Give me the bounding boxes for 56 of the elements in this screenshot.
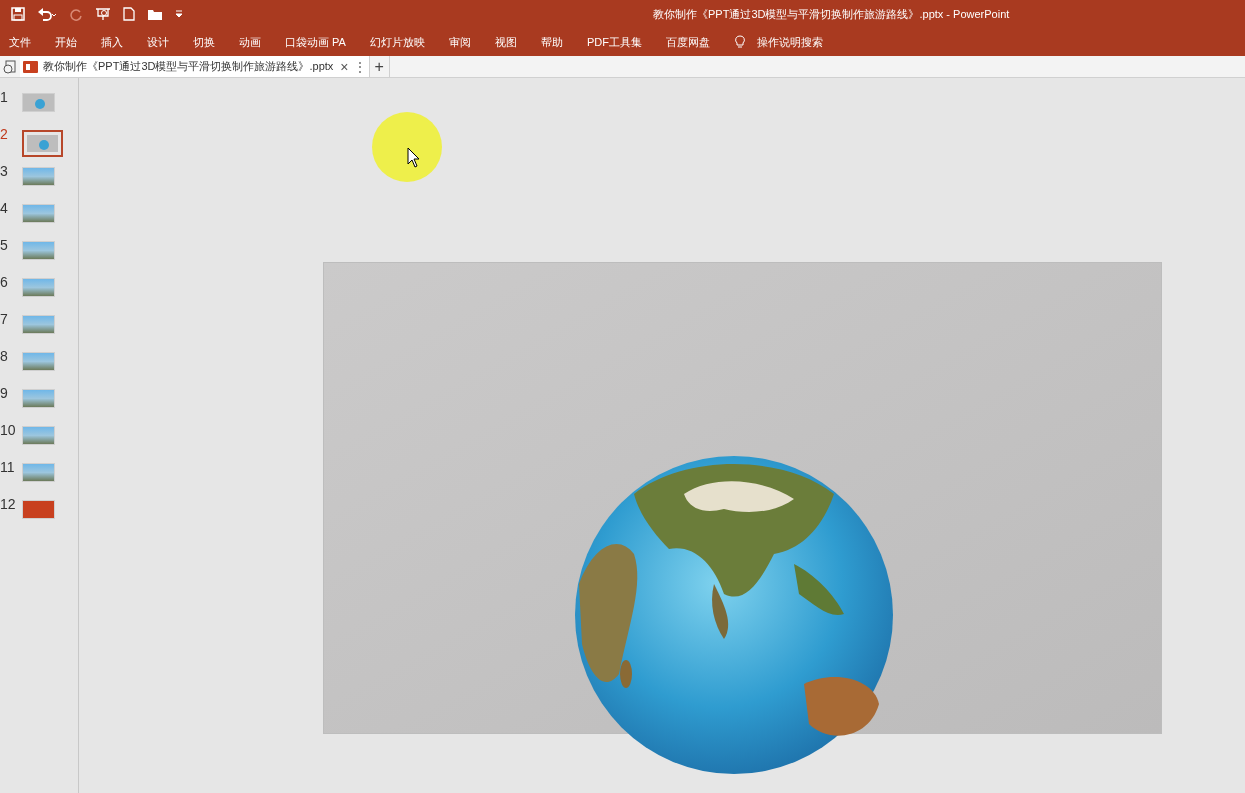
slide-number: 6	[0, 274, 9, 290]
redo-icon[interactable]	[69, 7, 83, 21]
new-tab-button[interactable]: +	[369, 56, 390, 77]
undo-icon[interactable]	[37, 7, 57, 21]
save-icon[interactable]	[11, 7, 25, 21]
menu-tab[interactable]: 视图	[494, 33, 517, 51]
close-tab-button[interactable]: ×	[340, 59, 349, 74]
powerpoint-file-icon	[23, 59, 38, 74]
customize-toolbar-icon[interactable]	[175, 10, 183, 18]
menu-tab[interactable]: 幻灯片放映	[369, 33, 425, 51]
slide-thumbnail[interactable]	[22, 130, 63, 157]
document-tab[interactable]: 教你制作《PPT通过3D模型与平滑切换制作旅游路线》.pptx × ⋮	[20, 56, 370, 77]
menu-tab[interactable]: 动画	[239, 33, 261, 51]
menu-tab[interactable]: PDF工具集	[586, 33, 642, 51]
slide-number: 4	[0, 200, 9, 216]
slide-thumbnail-image	[23, 316, 54, 333]
window-title: 教你制作《PPT通过3D模型与平滑切换制作旅游路线》.pptx - PowerPoint	[653, 6, 1010, 22]
slide-thumbnail-image	[23, 390, 54, 407]
menu-tab[interactable]: 审阅	[448, 33, 471, 51]
slide-thumbnail-image	[23, 279, 54, 296]
menu-tab[interactable]: 切换	[193, 33, 215, 51]
slide-thumbnail-image	[23, 353, 54, 370]
slide-thumbnail-image	[23, 94, 54, 111]
slide-thumbnail-image	[23, 205, 54, 222]
presentation-icon[interactable]	[95, 7, 111, 21]
slide-number: 12	[0, 496, 17, 512]
menu-tab[interactable]: 插入	[101, 33, 123, 51]
slide-number: 11	[0, 459, 16, 475]
menu-tab[interactable]: 文件	[9, 33, 31, 51]
menu-tab[interactable]: 设计	[147, 33, 169, 51]
tell-me-search[interactable]: 操作说明搜索	[756, 33, 823, 51]
slide-thumbnail-image	[23, 464, 54, 481]
new-file-icon[interactable]	[123, 7, 135, 21]
folder-icon[interactable]	[147, 7, 163, 21]
slide-number: 9	[0, 385, 9, 401]
slide-number: 3	[0, 163, 9, 179]
slide-number: 1	[0, 89, 9, 105]
slide-thumbnail-image	[23, 168, 54, 185]
menu-tab[interactable]: 开始	[55, 33, 77, 51]
slide-thumbnail-image	[23, 501, 54, 518]
slide-number: 10	[0, 422, 17, 438]
slide-number: 2	[0, 126, 9, 142]
slide-thumbnail-image	[27, 135, 58, 152]
menu-tab[interactable]: 帮助	[540, 33, 563, 51]
menu-tab[interactable]: 百度网盘	[665, 33, 710, 51]
document-icon[interactable]	[3, 59, 17, 74]
slide-thumbnail-image	[23, 427, 54, 444]
slide-thumbnail-image	[23, 242, 54, 259]
tab-more-button[interactable]: ⋮	[353, 60, 366, 73]
document-tab-label: 教你制作《PPT通过3D模型与平滑切换制作旅游路线》.pptx	[43, 59, 334, 75]
lightbulb-icon[interactable]	[734, 35, 745, 49]
slide-number: 8	[0, 348, 9, 364]
slide-number: 7	[0, 311, 9, 327]
menu-tab[interactable]: 口袋动画 PA	[285, 33, 346, 51]
slide-number: 5	[0, 237, 9, 253]
cursor-icon	[407, 147, 421, 168]
